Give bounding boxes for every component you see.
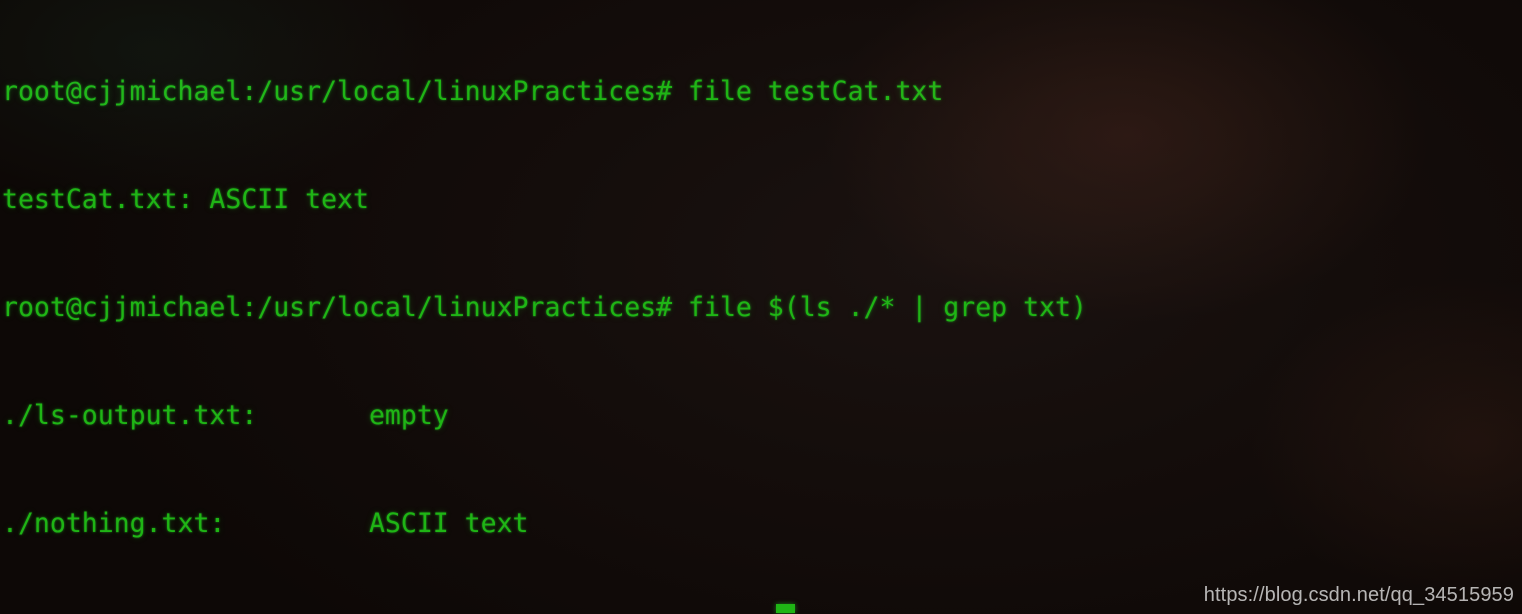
terminal-line: root@cjjmichael:/usr/local/linuxPractice… <box>2 76 944 107</box>
terminal-line: ./ls-output.txt: empty <box>2 400 449 431</box>
watermark-text: https://blog.csdn.net/qq_34515959 <box>1203 584 1514 606</box>
terminal-cursor <box>776 604 795 613</box>
terminal-line: testCat.txt: ASCII text <box>2 184 369 215</box>
terminal-window[interactable]: root@cjjmichael:/usr/local/linuxPractice… <box>0 0 1522 614</box>
terminal-output[interactable]: root@cjjmichael:/usr/local/linuxPractice… <box>2 2 1522 614</box>
terminal-line: ./nothing.txt: ASCII text <box>2 508 529 539</box>
terminal-line: root@cjjmichael:/usr/local/linuxPractice… <box>2 292 1087 323</box>
